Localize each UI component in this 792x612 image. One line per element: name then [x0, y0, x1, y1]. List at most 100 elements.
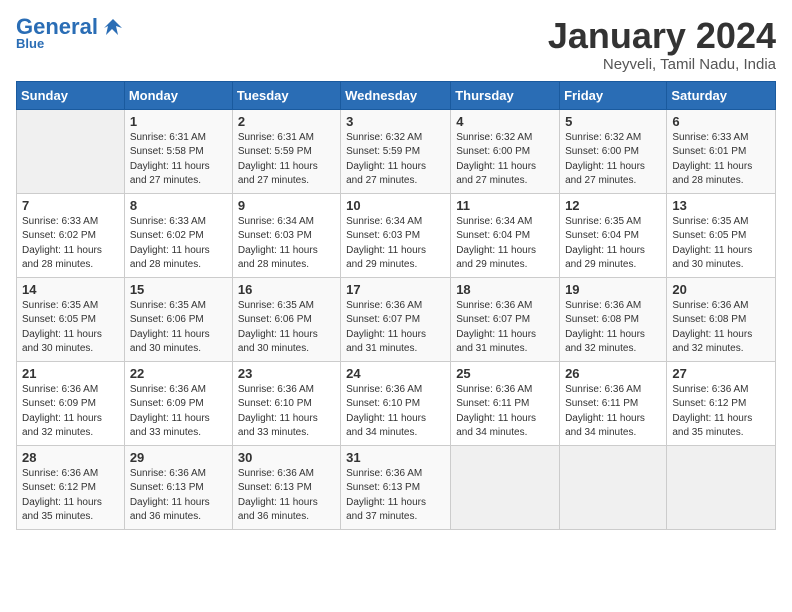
day-cell	[667, 445, 776, 529]
day-number: 1	[130, 114, 227, 129]
day-info: Sunrise: 6:36 AM Sunset: 6:12 PM Dayligh…	[22, 467, 119, 525]
day-cell: 30 Sunrise: 6:36 AM Sunset: 6:13 PM Dayli…	[232, 445, 340, 529]
day-number: 21	[22, 366, 119, 381]
day-info: Sunrise: 6:35 AM Sunset: 6:06 PM Dayligh…	[130, 299, 227, 357]
day-number: 24	[346, 366, 445, 381]
day-info: Sunrise: 6:36 AM Sunset: 6:11 PM Dayligh…	[456, 383, 554, 441]
header-cell-saturday: Saturday	[667, 81, 776, 109]
day-number: 16	[238, 282, 335, 297]
header-cell-thursday: Thursday	[451, 81, 560, 109]
day-number: 30	[238, 450, 335, 465]
day-number: 6	[672, 114, 770, 129]
day-cell: 18Sunrise: 6:36 AM Sunset: 6:07 PM Dayli…	[451, 277, 560, 361]
day-cell: 8Sunrise: 6:33 AM Sunset: 6:02 PM Daylig…	[124, 193, 232, 277]
day-number: 14	[22, 282, 119, 297]
day-number: 9	[238, 198, 335, 213]
calendar-title: January 2024	[548, 16, 776, 56]
day-cell: 25 Sunrise: 6:36 AM Sunset: 6:11 PM Dayli…	[451, 361, 560, 445]
day-cell: 10Sunrise: 6:34 AM Sunset: 6:03 PM Dayli…	[341, 193, 451, 277]
day-cell: 9 Sunrise: 6:34 AM Sunset: 6:03 PM Daylig…	[232, 193, 340, 277]
day-cell: 2 Sunrise: 6:31 AM Sunset: 5:59 PM Daylig…	[232, 109, 340, 193]
day-number: 7	[22, 198, 119, 213]
header-cell-wednesday: Wednesday	[341, 81, 451, 109]
day-info: Sunrise: 6:36 AM Sunset: 6:12 PM Dayligh…	[672, 383, 770, 441]
day-cell: 28 Sunrise: 6:36 AM Sunset: 6:12 PM Dayli…	[17, 445, 125, 529]
day-cell: 26Sunrise: 6:36 AM Sunset: 6:11 PM Dayli…	[560, 361, 667, 445]
day-info: Sunrise: 6:32 AM Sunset: 6:00 PM Dayligh…	[456, 131, 554, 189]
title-block: January 2024 Neyveli, Tamil Nadu, India	[548, 16, 776, 73]
day-cell: 31 Sunrise: 6:36 AM Sunset: 6:13 PM Dayli…	[341, 445, 451, 529]
day-cell: 23 Sunrise: 6:36 AM Sunset: 6:10 PM Dayli…	[232, 361, 340, 445]
day-cell: 24 Sunrise: 6:36 AM Sunset: 6:10 PM Dayli…	[341, 361, 451, 445]
day-info: Sunrise: 6:34 AM Sunset: 6:04 PM Dayligh…	[456, 215, 554, 273]
day-number: 29	[130, 450, 227, 465]
day-number: 22	[130, 366, 227, 381]
week-row-1: 1 Sunrise: 6:31 AM Sunset: 5:58 PM Daylig…	[17, 109, 776, 193]
day-number: 20	[672, 282, 770, 297]
logo: General Blue	[16, 16, 124, 51]
day-cell: 12Sunrise: 6:35 AM Sunset: 6:04 PM Dayli…	[560, 193, 667, 277]
day-number: 28	[22, 450, 119, 465]
day-cell: 14Sunrise: 6:35 AM Sunset: 6:05 PM Dayli…	[17, 277, 125, 361]
page-header: General Blue January 2024 Neyveli, Tamil…	[16, 16, 776, 73]
calendar-body: 1 Sunrise: 6:31 AM Sunset: 5:58 PM Daylig…	[17, 109, 776, 529]
day-cell: 5 Sunrise: 6:32 AM Sunset: 6:00 PM Daylig…	[560, 109, 667, 193]
day-info: Sunrise: 6:36 AM Sunset: 6:09 PM Dayligh…	[22, 383, 119, 441]
day-info: Sunrise: 6:32 AM Sunset: 6:00 PM Dayligh…	[565, 131, 661, 189]
calendar-header: SundayMondayTuesdayWednesdayThursdayFrid…	[17, 81, 776, 109]
day-number: 3	[346, 114, 445, 129]
day-number: 15	[130, 282, 227, 297]
week-row-5: 28 Sunrise: 6:36 AM Sunset: 6:12 PM Dayli…	[17, 445, 776, 529]
logo-blue: Blue	[16, 36, 44, 51]
day-info: Sunrise: 6:36 AM Sunset: 6:11 PM Dayligh…	[565, 383, 661, 441]
day-cell: 1 Sunrise: 6:31 AM Sunset: 5:58 PM Daylig…	[124, 109, 232, 193]
day-info: Sunrise: 6:36 AM Sunset: 6:07 PM Dayligh…	[456, 299, 554, 357]
day-info: Sunrise: 6:33 AM Sunset: 6:01 PM Dayligh…	[672, 131, 770, 189]
day-number: 2	[238, 114, 335, 129]
day-cell: 15 Sunrise: 6:35 AM Sunset: 6:06 PM Dayli…	[124, 277, 232, 361]
day-info: Sunrise: 6:34 AM Sunset: 6:03 PM Dayligh…	[238, 215, 335, 273]
day-cell	[17, 109, 125, 193]
day-info: Sunrise: 6:36 AM Sunset: 6:08 PM Dayligh…	[565, 299, 661, 357]
day-info: Sunrise: 6:36 AM Sunset: 6:07 PM Dayligh…	[346, 299, 445, 357]
day-cell: 17Sunrise: 6:36 AM Sunset: 6:07 PM Dayli…	[341, 277, 451, 361]
day-number: 12	[565, 198, 661, 213]
header-row: SundayMondayTuesdayWednesdayThursdayFrid…	[17, 81, 776, 109]
day-cell: 13 Sunrise: 6:35 AM Sunset: 6:05 PM Dayli…	[667, 193, 776, 277]
day-number: 13	[672, 198, 770, 213]
day-info: Sunrise: 6:36 AM Sunset: 6:10 PM Dayligh…	[346, 383, 445, 441]
day-info: Sunrise: 6:33 AM Sunset: 6:02 PM Dayligh…	[22, 215, 119, 273]
day-number: 5	[565, 114, 661, 129]
day-info: Sunrise: 6:36 AM Sunset: 6:13 PM Dayligh…	[346, 467, 445, 525]
calendar-subtitle: Neyveli, Tamil Nadu, India	[548, 56, 776, 73]
day-number: 31	[346, 450, 445, 465]
header-cell-friday: Friday	[560, 81, 667, 109]
logo-bird-icon	[102, 16, 124, 38]
day-cell	[451, 445, 560, 529]
day-info: Sunrise: 6:31 AM Sunset: 5:59 PM Dayligh…	[238, 131, 335, 189]
day-info: Sunrise: 6:36 AM Sunset: 6:08 PM Dayligh…	[672, 299, 770, 357]
day-cell: 11 Sunrise: 6:34 AM Sunset: 6:04 PM Dayli…	[451, 193, 560, 277]
day-info: Sunrise: 6:31 AM Sunset: 5:58 PM Dayligh…	[130, 131, 227, 189]
day-info: Sunrise: 6:36 AM Sunset: 6:13 PM Dayligh…	[238, 467, 335, 525]
day-cell: 29Sunrise: 6:36 AM Sunset: 6:13 PM Dayli…	[124, 445, 232, 529]
day-number: 8	[130, 198, 227, 213]
day-cell: 20 Sunrise: 6:36 AM Sunset: 6:08 PM Dayli…	[667, 277, 776, 361]
day-number: 25	[456, 366, 554, 381]
logo-general: General	[16, 16, 98, 38]
day-number: 23	[238, 366, 335, 381]
day-info: Sunrise: 6:34 AM Sunset: 6:03 PM Dayligh…	[346, 215, 445, 273]
day-number: 11	[456, 198, 554, 213]
day-cell	[560, 445, 667, 529]
day-cell: 3 Sunrise: 6:32 AM Sunset: 5:59 PM Daylig…	[341, 109, 451, 193]
day-info: Sunrise: 6:36 AM Sunset: 6:10 PM Dayligh…	[238, 383, 335, 441]
day-info: Sunrise: 6:36 AM Sunset: 6:09 PM Dayligh…	[130, 383, 227, 441]
day-cell: 7 Sunrise: 6:33 AM Sunset: 6:02 PM Daylig…	[17, 193, 125, 277]
day-number: 19	[565, 282, 661, 297]
header-cell-monday: Monday	[124, 81, 232, 109]
day-cell: 6 Sunrise: 6:33 AM Sunset: 6:01 PM Daylig…	[667, 109, 776, 193]
day-cell: 16Sunrise: 6:35 AM Sunset: 6:06 PM Dayli…	[232, 277, 340, 361]
day-info: Sunrise: 6:32 AM Sunset: 5:59 PM Dayligh…	[346, 131, 445, 189]
day-info: Sunrise: 6:35 AM Sunset: 6:05 PM Dayligh…	[672, 215, 770, 273]
header-cell-sunday: Sunday	[17, 81, 125, 109]
